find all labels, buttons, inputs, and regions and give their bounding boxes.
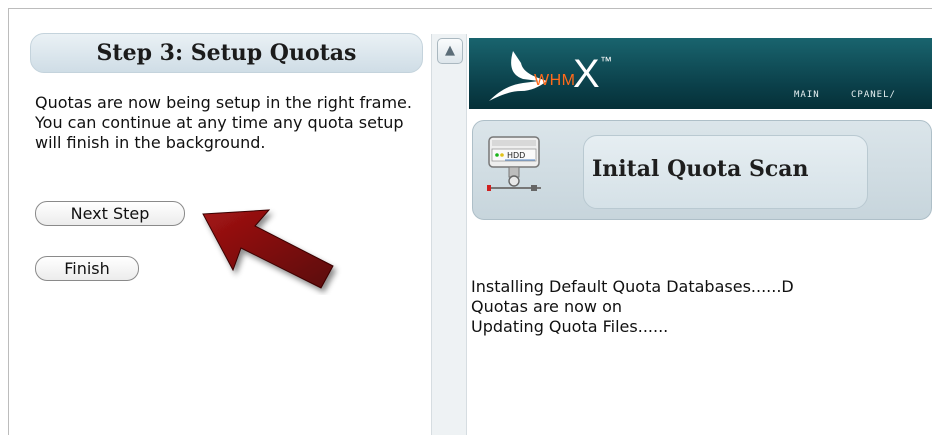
log-line: Updating Quota Files...... <box>471 317 669 336</box>
log-line: Installing Default Quota Databases......… <box>471 277 794 296</box>
next-step-button[interactable]: Next Step <box>35 201 185 226</box>
log-line: Quotas are now on <box>471 297 623 316</box>
hdd-icon: HDD <box>487 136 541 191</box>
whm-logo-text: WHM <box>534 72 576 89</box>
step-title: Step 3: Setup Quotas <box>30 33 423 73</box>
quota-log: Installing Default Quota Databases......… <box>471 277 794 337</box>
right-frame: WHM X ™ MAIN CPANEL/ HDD Inital Quota Sc… <box>469 9 932 435</box>
hdd-label: HDD <box>507 151 525 160</box>
whm-logo-x: X <box>573 52 600 96</box>
nav-main-link[interactable]: MAIN <box>794 90 820 100</box>
scan-title: Inital Quota Scan <box>592 156 809 182</box>
whm-header: WHM X ™ MAIN CPANEL/ <box>469 38 932 109</box>
whm-logo-tm: ™ <box>600 54 612 68</box>
scan-panel: HDD Inital Quota Scan <box>472 120 932 220</box>
arrow-pointer-icon <box>202 209 334 289</box>
finish-button[interactable]: Finish <box>35 256 139 281</box>
scan-title-box: Inital Quota Scan <box>583 135 868 209</box>
scroll-up-arrow-icon[interactable]: ▲ <box>437 38 463 64</box>
nav-cpanel-link[interactable]: CPANEL/ <box>851 90 896 100</box>
left-frame-scrollbar[interactable] <box>431 34 467 435</box>
step-description: Quotas are now being setup in the right … <box>35 93 412 152</box>
